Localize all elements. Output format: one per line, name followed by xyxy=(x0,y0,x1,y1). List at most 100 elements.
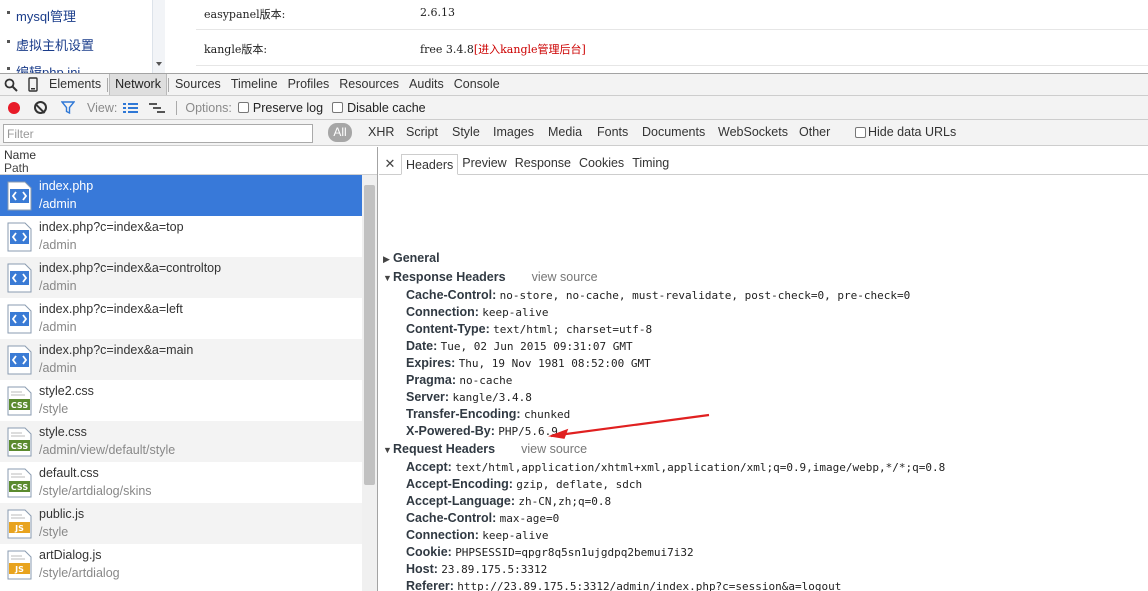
view-source-link[interactable]: view source xyxy=(521,442,587,456)
header-value: http://23.89.175.5:3312/admin/index.php?… xyxy=(457,580,842,591)
devtools-panel: Elements Network Sources Timeline Profil… xyxy=(0,73,1148,591)
triangle-right-icon: ▶ xyxy=(383,254,390,264)
section-title: Response Headers xyxy=(393,270,506,284)
large-rows-icon[interactable] xyxy=(123,102,139,114)
detail-tab-timing[interactable]: Timing xyxy=(628,153,673,174)
tab-elements[interactable]: Elements xyxy=(44,74,106,95)
tab-profiles[interactable]: Profiles xyxy=(283,74,335,95)
filter-funnel-icon[interactable] xyxy=(61,101,75,114)
header-key: Expires: xyxy=(406,356,456,370)
device-mode-icon[interactable] xyxy=(22,74,44,96)
header-line: Cache-Control: max-age=0 xyxy=(406,511,559,525)
section-title: General xyxy=(393,251,440,265)
type-filter-xhr[interactable]: XHR xyxy=(368,125,394,139)
kangle-admin-link[interactable]: [进入kangle管理后台] xyxy=(474,43,586,56)
filter-input[interactable] xyxy=(3,124,313,143)
triangle-down-icon: ▼ xyxy=(383,273,392,283)
close-icon[interactable]: ✕ xyxy=(379,153,401,174)
request-row[interactable]: index.php?c=index&a=main/admin xyxy=(0,339,362,380)
preserve-log-checkbox[interactable]: Preserve log xyxy=(237,101,323,115)
tab-console[interactable]: Console xyxy=(449,74,505,95)
type-filter-fonts[interactable]: Fonts xyxy=(597,125,628,139)
type-filter-script[interactable]: Script xyxy=(406,125,438,139)
header-key: Connection: xyxy=(406,528,479,542)
tab-resources[interactable]: Resources xyxy=(334,74,404,95)
header-value: no-cache xyxy=(459,374,513,387)
header-key: Cookie: xyxy=(406,545,452,559)
header-key: Accept-Encoding: xyxy=(406,477,513,491)
request-list-header[interactable]: Name Path xyxy=(0,147,377,175)
document-file-icon xyxy=(7,222,32,252)
header-line: Transfer-Encoding: chunked xyxy=(406,407,570,421)
inspect-search-icon[interactable] xyxy=(0,74,22,96)
type-filter-media[interactable]: Media xyxy=(548,125,582,139)
header-line: Expires: Thu, 19 Nov 1981 08:52:00 GMT xyxy=(406,356,651,370)
admin-sidebar: mysql管理 虚拟主机设置 编辑php.ini xyxy=(0,0,153,73)
request-name: public.js xyxy=(39,507,85,521)
triangle-down-icon: ▼ xyxy=(383,445,392,455)
type-filter-style[interactable]: Style xyxy=(452,125,480,139)
disable-cache-checkbox[interactable]: Disable cache xyxy=(332,101,426,115)
checkbox-box[interactable] xyxy=(855,126,866,138)
tab-timeline[interactable]: Timeline xyxy=(226,74,283,95)
detail-tab-preview[interactable]: Preview xyxy=(458,153,510,174)
js-file-icon: JS xyxy=(7,550,32,580)
type-filter-all[interactable]: All xyxy=(328,123,352,142)
header-key: Host: xyxy=(406,562,438,576)
section-general[interactable]: ▶ General xyxy=(383,251,440,265)
info-value: free 3.4.8[进入kangle管理后台] xyxy=(420,43,586,56)
tab-network[interactable]: Network xyxy=(109,74,167,95)
svg-text:CSS: CSS xyxy=(11,442,28,451)
type-filter-websockets[interactable]: WebSockets xyxy=(718,125,788,139)
header-value: kangle/3.4.8 xyxy=(452,391,532,404)
request-name: index.php?c=index&a=left xyxy=(39,302,183,316)
request-row[interactable]: JS artDialog.js/style/artdialog xyxy=(0,544,362,585)
section-request-headers[interactable]: ▼Request Headers view source xyxy=(383,442,587,456)
tab-audits[interactable]: Audits xyxy=(404,74,449,95)
column-header-path[interactable]: Path xyxy=(4,161,29,175)
header-line: Referer: http://23.89.175.5:3312/admin/i… xyxy=(406,579,841,591)
checkbox-box[interactable] xyxy=(332,102,344,113)
detail-tab-headers[interactable]: Headers xyxy=(401,154,459,175)
request-path: /admin xyxy=(39,238,77,252)
info-label: kangle版本: xyxy=(204,43,268,56)
header-value: keep-alive xyxy=(482,306,549,319)
request-name: style.css xyxy=(39,425,87,439)
request-row[interactable]: CSS style2.css/style xyxy=(0,380,362,421)
waterfall-view-icon[interactable] xyxy=(149,102,166,114)
type-filter-other[interactable]: Other xyxy=(799,125,830,139)
checkbox-box[interactable] xyxy=(237,102,249,113)
column-header-name[interactable]: Name xyxy=(4,148,36,162)
bullet-icon xyxy=(7,40,10,43)
request-row[interactable]: index.php?c=index&a=top/admin xyxy=(0,216,362,257)
tab-sources[interactable]: Sources xyxy=(170,74,226,95)
request-row[interactable]: JS public.js/style xyxy=(0,503,362,544)
frame-divider[interactable] xyxy=(153,0,165,73)
document-file-icon xyxy=(7,304,32,334)
header-value: Thu, 19 Nov 1981 08:52:00 GMT xyxy=(458,357,651,370)
sidebar-link-vhost[interactable]: 虚拟主机设置 xyxy=(7,35,94,54)
request-row[interactable]: index.php/admin xyxy=(0,175,362,216)
request-row[interactable]: CSS default.css/style/artdialog/skins xyxy=(0,462,362,503)
request-row[interactable]: index.php?c=index&a=controltop/admin xyxy=(0,257,362,298)
request-row[interactable]: index.php?c=index&a=left/admin xyxy=(0,298,362,339)
header-line: Pragma: no-cache xyxy=(406,373,512,387)
detail-tab-response[interactable]: Response xyxy=(511,153,575,174)
type-filter-documents[interactable]: Documents xyxy=(642,125,705,139)
svg-text:JS: JS xyxy=(14,565,24,574)
clear-icon[interactable] xyxy=(34,101,47,114)
record-icon[interactable] xyxy=(8,101,20,114)
sidebar-link-mysql[interactable]: mysql管理 xyxy=(7,6,76,25)
section-response-headers[interactable]: ▼Response Headers view source xyxy=(383,270,598,284)
sidebar-link-php-ini[interactable]: 编辑php.ini xyxy=(7,62,80,73)
detail-tab-cookies[interactable]: Cookies xyxy=(575,153,628,174)
request-name: index.php xyxy=(39,179,94,193)
view-source-link[interactable]: view source xyxy=(532,270,598,284)
type-filter-images[interactable]: Images xyxy=(493,125,534,139)
hide-data-urls-checkbox[interactable]: Hide data URLs xyxy=(855,125,956,139)
header-line: Content-Type: text/html; charset=utf-8 xyxy=(406,322,652,336)
request-row[interactable]: CSS style.css/admin/view/default/style xyxy=(0,421,362,462)
scrollbar-thumb[interactable] xyxy=(364,185,375,485)
css-file-icon: CSS xyxy=(7,468,32,498)
header-value: chunked xyxy=(523,408,571,421)
